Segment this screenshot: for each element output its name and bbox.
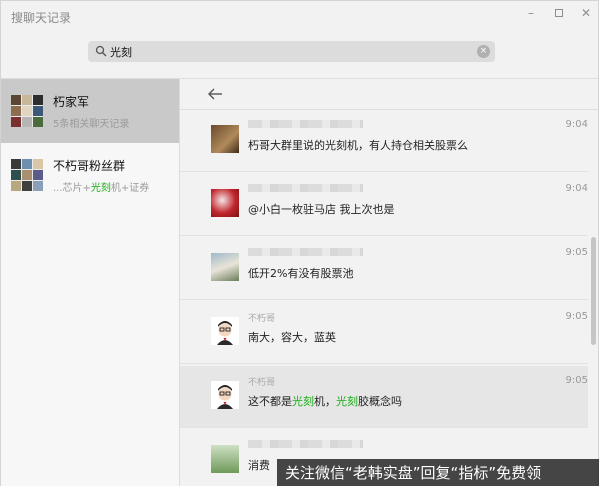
minimize-button[interactable]: –: [521, 5, 541, 21]
sidebar-item-subtitle: ...芯片+光刻机+证券: [53, 183, 150, 194]
blurred-sender-name: [248, 248, 363, 256]
message-text-segment: 朽哥大群里说的光刻机，有人持仓相关股票么: [248, 139, 468, 152]
sender-avatar: [211, 253, 239, 281]
search-value: 光刻: [110, 46, 132, 59]
blurred-sender-name: [248, 440, 363, 448]
sender-avatar: [211, 125, 239, 153]
search-chat-history-window: 搜聊天记录 – ✕ 光刻 × 朽家军 5条相关聊天记录 不朽哥粉丝群 ...芯片…: [0, 0, 599, 486]
message-result-item[interactable]: 低开2%有没有股票池 9:05: [180, 238, 588, 300]
sender-name: 不朽哥: [248, 378, 276, 388]
sidebar-item-name: 朽家军: [53, 95, 90, 109]
window-title: 搜聊天记录: [11, 11, 72, 25]
blurred-sender-name: [248, 120, 363, 128]
close-button[interactable]: ✕: [576, 5, 596, 21]
message-result-item[interactable]: 不朽哥南大，容大，蓝英 9:05: [180, 302, 588, 364]
title-bar: 搜聊天记录 – ✕: [1, 1, 598, 33]
message-text: 南大，容大，蓝英: [248, 329, 336, 345]
maximize-button[interactable]: [549, 5, 569, 21]
back-arrow-icon[interactable]: [206, 85, 224, 103]
blurred-sender-name: [248, 184, 363, 192]
sidebar-item-buxiuge-fan-group[interactable]: 不朽哥粉丝群 ...芯片+光刻机+证券: [1, 143, 179, 207]
message-results-panel: 朽哥大群里说的光刻机，有人持仓相关股票么 9:04 @小白一枚驻马店 我上次也是 9:…: [180, 79, 598, 486]
sidebar-item-name: 不朽哥粉丝群: [53, 159, 126, 173]
clear-search-icon[interactable]: ×: [477, 45, 490, 58]
message-time: 9:05: [565, 375, 588, 386]
keyword-highlight: 光刻: [336, 395, 358, 408]
message-result-item[interactable]: @小白一枚驻马店 我上次也是 9:04: [180, 174, 588, 236]
message-text-segment: 消费: [248, 459, 270, 472]
minimize-icon: –: [528, 6, 534, 20]
message-text: 朽哥大群里说的光刻机，有人持仓相关股票么: [248, 137, 468, 153]
group-avatar: [11, 159, 43, 191]
sender-avatar: [211, 445, 239, 473]
sender-name: 不朽哥: [248, 314, 276, 324]
scrollbar-thumb[interactable]: [591, 237, 596, 345]
message-time: 9:05: [565, 311, 588, 322]
message-time: 9:05: [565, 247, 588, 258]
sender-avatar: [211, 317, 239, 345]
sender-avatar: [211, 381, 239, 409]
message-text: 消费: [248, 457, 270, 473]
message-text-segment: @小白一枚驻马店 我上次也是: [248, 203, 395, 216]
message-time: 9:04: [565, 183, 588, 194]
sidebar-item-subtitle: 5条相关聊天记录: [53, 119, 130, 130]
search-icon: [95, 45, 107, 57]
search-input[interactable]: 光刻 ×: [88, 41, 495, 62]
chat-result-sidebar: 朽家军 5条相关聊天记录 不朽哥粉丝群 ...芯片+光刻机+证券: [1, 79, 180, 486]
message-text: 低开2%有没有股票池: [248, 265, 353, 281]
message-text-segment: 南大，容大，蓝英: [248, 331, 336, 344]
message-time: 9:04: [565, 119, 588, 130]
group-avatar: [11, 95, 43, 127]
keyword-highlight: 光刻: [292, 395, 314, 408]
message-text-segment: 低开2%有没有股票池: [248, 267, 354, 280]
promo-watermark: 关注微信“老韩实盘”回复“指标”免费领: [277, 459, 599, 486]
message-text: 这不都是光刻机，光刻胶概念吗: [248, 393, 402, 409]
message-text: @小白一枚驻马店 我上次也是: [248, 201, 395, 217]
message-text-segment: 这不都是: [248, 395, 292, 408]
message-text-segment: 胶概念吗: [358, 395, 402, 408]
close-icon: ✕: [580, 6, 592, 20]
maximize-icon: [555, 9, 563, 17]
message-result-item[interactable]: 不朽哥 这不都是光刻机，光刻胶概念吗 9:05: [180, 366, 588, 428]
message-result-item[interactable]: 朽哥大群里说的光刻机，有人持仓相关股票么 9:04: [180, 110, 588, 172]
message-text-segment: 机，: [314, 395, 336, 408]
sidebar-item-xiujiajun[interactable]: 朽家军 5条相关聊天记录: [1, 79, 179, 143]
sender-avatar: [211, 189, 239, 217]
